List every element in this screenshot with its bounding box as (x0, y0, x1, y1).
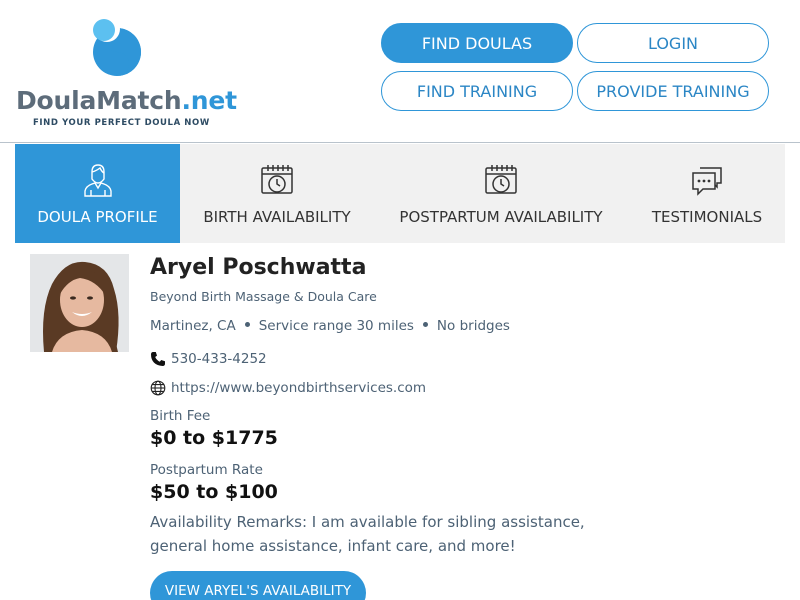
service-range-text: Service range 30 miles (258, 318, 414, 334)
website-link[interactable]: https://www.beyondbirthservices.com (171, 380, 426, 396)
logo-icon (93, 16, 141, 76)
business-name: Beyond Birth Massage & Doula Care (150, 289, 377, 304)
availability-remarks: Availability Remarks: I am available for… (150, 513, 585, 555)
tab-label: TESTIMONIALS (651, 208, 763, 226)
site-header: DoulaMatch.net FIND YOUR PERFECT DOULA N… (0, 0, 800, 143)
location-row: Martinez, CA Service range 30 miles No b… (150, 318, 510, 334)
phone-row[interactable]: 530-433-4252 (150, 351, 267, 367)
tab-label: DOULA PROFILE (37, 208, 158, 226)
website-row[interactable]: https://www.beyondbirthservices.com (150, 380, 426, 396)
calendar-clock-icon (485, 165, 517, 194)
birth-fee-value: $0 to $1775 (150, 427, 278, 449)
doula-name: Aryel Poschwatta (150, 255, 367, 280)
tab-label: POSTPARTUM AVAILABILITY (399, 208, 603, 226)
tab-birth-availability[interactable]: BIRTH AVAILABILITY (180, 144, 374, 243)
profile-tabs: DOULA PROFILE BIRTH AVAILABILITY POSTPAR… (15, 144, 785, 243)
postpartum-rate-label: Postpartum Rate (150, 462, 263, 478)
tab-doula-profile[interactable]: DOULA PROFILE (15, 144, 180, 243)
birth-fee-label: Birth Fee (150, 408, 211, 424)
bridges-text: No bridges (436, 318, 510, 334)
location-text: Martinez, CA (150, 318, 236, 334)
view-availability-button[interactable]: VIEW ARYEL'S AVAILABILITY (150, 571, 366, 600)
separator-dot (422, 321, 428, 327)
provide-training-button[interactable]: PROVIDE TRAINING (577, 71, 769, 111)
tab-postpartum-availability[interactable]: POSTPARTUM AVAILABILITY (385, 144, 617, 243)
phone-icon (151, 352, 165, 366)
find-training-button[interactable]: FIND TRAINING (381, 71, 573, 111)
globe-icon (150, 380, 166, 396)
logo-name-suffix: .net (181, 86, 237, 115)
logo-tagline: FIND YOUR PERFECT DOULA NOW (33, 118, 210, 128)
calendar-clock-icon (261, 165, 293, 194)
logo-name-main: DoulaMatch (16, 86, 182, 115)
separator-dot (244, 321, 250, 327)
find-doulas-button[interactable]: FIND DOULAS (381, 23, 573, 63)
doula-person-icon (83, 164, 112, 197)
chat-bubbles-icon (692, 167, 722, 196)
login-button[interactable]: LOGIN (577, 23, 769, 63)
logo-wordmark: DoulaMatch.net (16, 86, 237, 115)
tab-label: BIRTH AVAILABILITY (203, 208, 351, 226)
postpartum-rate-value: $50 to $100 (150, 481, 278, 503)
tab-testimonials[interactable]: TESTIMONIALS (635, 144, 779, 243)
profile-photo (30, 254, 129, 352)
phone-number[interactable]: 530-433-4252 (171, 351, 267, 367)
